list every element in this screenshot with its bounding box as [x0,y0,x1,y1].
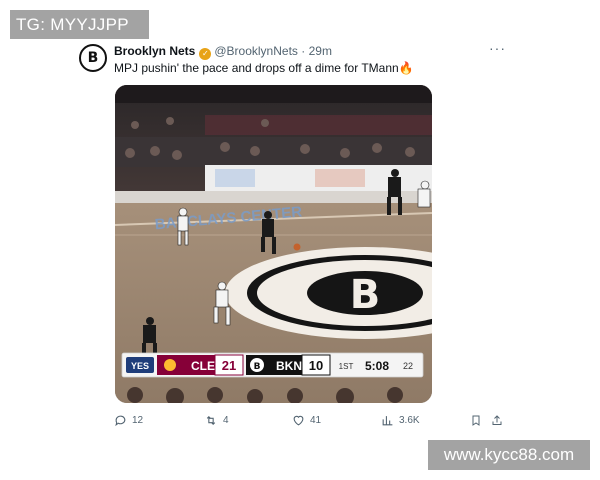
bookmark-button[interactable] [470,414,482,427]
video-frame[interactable]: BARCLAYS CENTER B YES CLE 21 B BKN 10 1S… [115,85,432,403]
home-score: 10 [309,358,323,373]
watermark-top: TG: MYYJJPP [10,10,149,39]
avatar[interactable]: B [79,44,107,72]
like-count: 41 [310,415,322,426]
game-clock: 5:08 [365,359,389,373]
share-icon [492,415,502,425]
more-options-icon[interactable]: ··· [489,40,506,56]
user-handle[interactable]: @BrooklynNets [214,44,298,58]
repost-count: 4 [223,415,229,426]
avatar-letter: B [87,50,99,66]
away-team: CLE [191,359,215,373]
timestamp[interactable]: 29m [309,44,332,58]
period: 1ST [339,362,354,371]
share-button[interactable] [491,414,503,427]
repost-icon [206,415,216,426]
like-button[interactable]: 41 [292,414,321,427]
tweet-card[interactable]: B Brooklyn Nets ✓ @BrooklynNets · 29m ··· … [76,38,514,438]
views-chart-icon [382,416,393,426]
court-center-logo: B [350,272,381,318]
tweet-header: Brooklyn Nets ✓ @BrooklynNets · 29m [114,44,332,60]
separator-dot: · [301,44,306,58]
tweet-text: MPJ pushin' the pace and drops off a dim… [114,61,414,75]
bookmark-icon [472,415,480,426]
tweet-actions: 12 4 41 3.6K [114,414,514,432]
repost-button[interactable]: 4 [204,414,229,427]
display-name[interactable]: Brooklyn Nets [114,44,195,58]
shot-clock: 22 [403,361,413,371]
reply-icon [115,415,126,427]
watermark-bottom: www.kycc88.com [428,440,590,470]
view-count: 3.6K [399,415,420,426]
verified-badge-icon: ✓ [199,48,212,60]
reply-button[interactable]: 12 [114,414,143,427]
court-scene: BARCLAYS CENTER B YES CLE 21 B BKN 10 1S… [115,85,432,403]
scoreboard-ad: YES [131,361,149,371]
away-score: 21 [222,358,236,373]
bkn-logo-icon: B [254,362,261,372]
home-team: BKN [276,359,302,373]
heart-icon [293,415,304,426]
reply-count: 12 [132,415,144,426]
views-button[interactable]: 3.6K [381,414,420,427]
